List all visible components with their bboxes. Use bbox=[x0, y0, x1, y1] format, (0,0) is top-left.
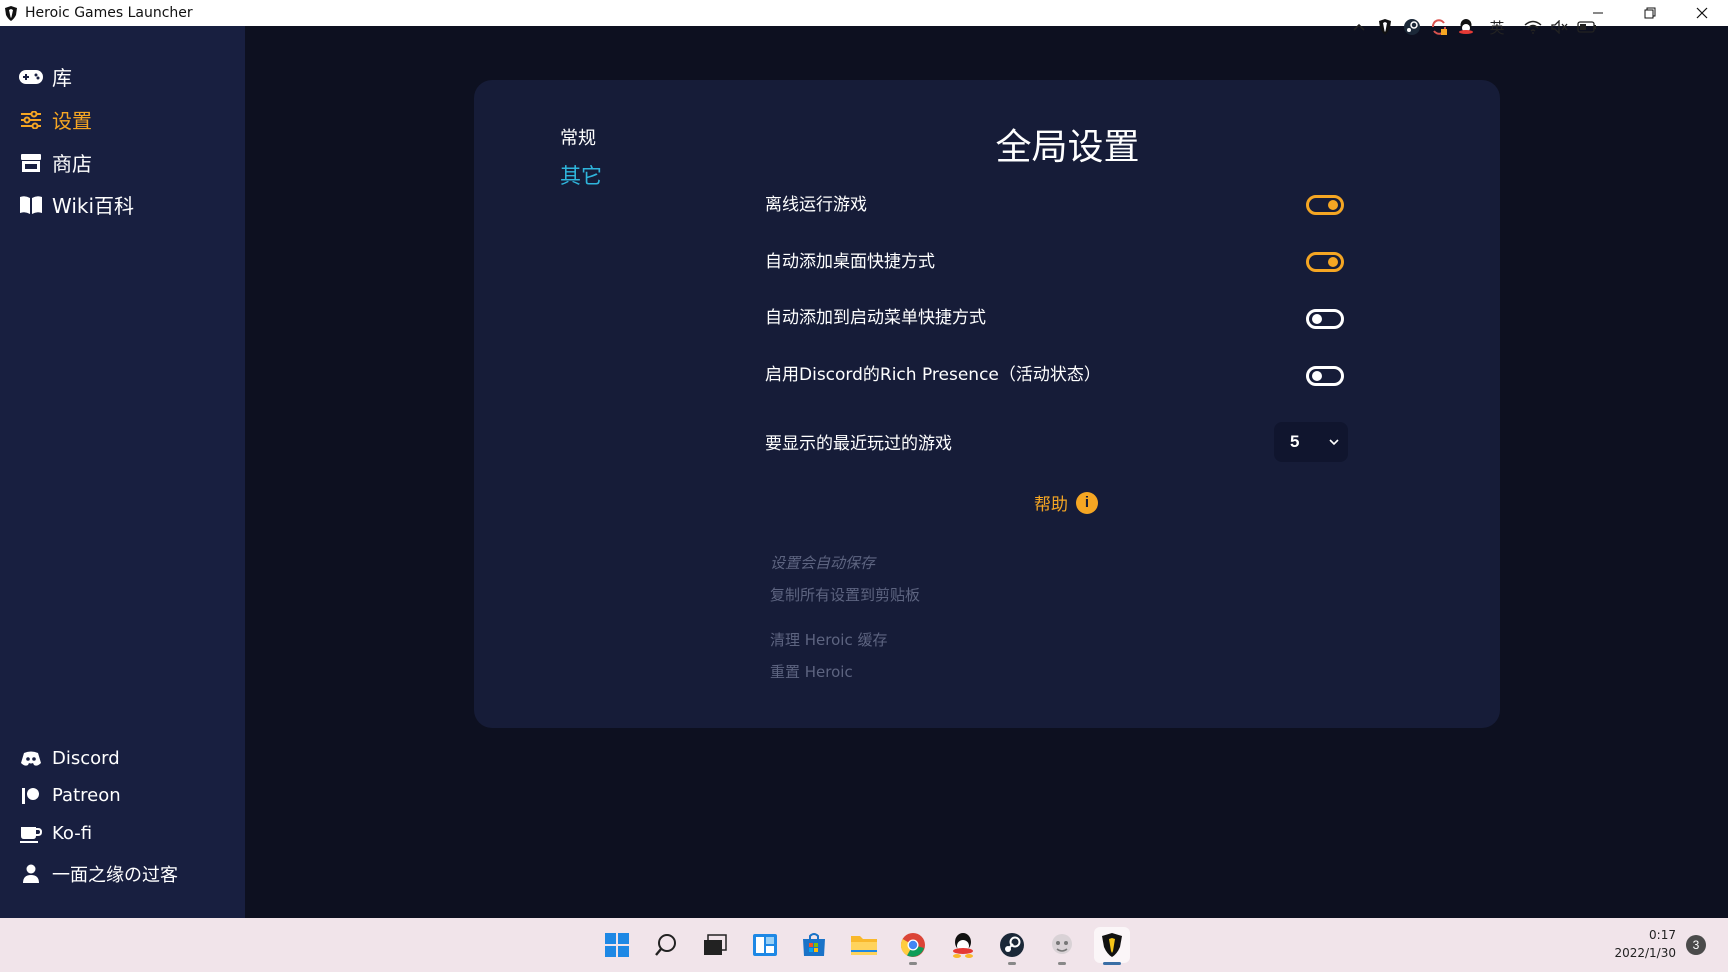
setting-label-discord-rpc: 启用Discord的Rich Presence（活动状态） bbox=[765, 365, 1101, 385]
system-clock[interactable]: 0:17 2022/1/30 bbox=[1606, 926, 1676, 962]
help-label: 帮助 bbox=[1034, 495, 1068, 515]
sidebar-link-label: Discord bbox=[52, 748, 120, 769]
sidebar-item-label: 库 bbox=[52, 66, 72, 90]
toggle-knob bbox=[1328, 200, 1338, 210]
chrome-icon[interactable] bbox=[895, 927, 931, 965]
sliders-icon bbox=[18, 109, 44, 131]
autosave-note: 设置会自动保存 bbox=[770, 554, 876, 572]
settings-panel bbox=[474, 80, 1500, 728]
sidebar-link-patreon[interactable]: Patreon bbox=[20, 785, 121, 806]
task-view-icon[interactable] bbox=[697, 927, 733, 963]
setting-label-start-menu-shortcut: 自动添加到启动菜单快捷方式 bbox=[765, 308, 986, 328]
clock-time: 0:17 bbox=[1649, 928, 1676, 942]
setting-label-offline: 离线运行游戏 bbox=[765, 195, 867, 215]
window-title: Heroic Games Launcher bbox=[25, 5, 193, 21]
heroic-shield-icon bbox=[5, 5, 19, 21]
discord-icon bbox=[20, 749, 42, 769]
heroic-tray-icon[interactable] bbox=[1374, 15, 1396, 39]
sidebar-item-library[interactable]: 库 bbox=[18, 62, 72, 91]
search-icon[interactable] bbox=[648, 927, 684, 963]
toggle-start-menu-shortcut[interactable] bbox=[1306, 309, 1344, 329]
reset-heroic-link[interactable]: 重置 Heroic bbox=[770, 661, 853, 682]
sidebar-item-store[interactable]: 商店 bbox=[18, 148, 92, 177]
app-icon[interactable] bbox=[1044, 927, 1080, 965]
speaker-muted-icon[interactable] bbox=[1549, 15, 1571, 39]
tab-general[interactable]: 常规 bbox=[560, 124, 596, 150]
chevron-down-icon bbox=[1328, 438, 1340, 446]
chevron-up-icon[interactable] bbox=[1348, 15, 1370, 39]
page-title: 全局设置 bbox=[995, 127, 1140, 168]
sidebar-link-label: 一面之缘の过客 bbox=[52, 865, 178, 886]
tab-other[interactable]: 其它 bbox=[560, 160, 602, 190]
user-icon bbox=[20, 864, 42, 884]
setting-label-recent-games: 要显示的最近玩过的游戏 bbox=[765, 434, 952, 454]
steam-tray-icon[interactable] bbox=[1401, 15, 1423, 39]
copy-settings-link[interactable]: 复制所有设置到剪贴板 bbox=[770, 584, 920, 605]
patreon-icon bbox=[20, 786, 42, 806]
restore-button[interactable] bbox=[1624, 0, 1676, 26]
steam-icon[interactable] bbox=[994, 927, 1030, 965]
toggle-discord-rpc[interactable] bbox=[1306, 366, 1344, 386]
recent-games-value: 5 bbox=[1290, 432, 1300, 451]
recent-games-select[interactable]: 5 bbox=[1274, 422, 1348, 462]
sync-icon[interactable] bbox=[1428, 15, 1450, 39]
sidebar-item-label: Wiki百科 bbox=[52, 194, 135, 218]
help-button[interactable]: 帮助 i bbox=[1034, 490, 1098, 515]
toggle-desktop-shortcut[interactable] bbox=[1306, 252, 1344, 272]
close-button[interactable] bbox=[1676, 0, 1728, 26]
qq-icon[interactable] bbox=[945, 927, 981, 963]
toggle-knob bbox=[1328, 257, 1338, 267]
toggle-offline[interactable] bbox=[1306, 195, 1344, 215]
toggle-knob bbox=[1312, 314, 1322, 324]
sidebar-item-label: 商店 bbox=[52, 152, 92, 176]
book-icon bbox=[18, 194, 44, 216]
sidebar-item-wiki[interactable]: Wiki百科 bbox=[18, 190, 134, 219]
info-icon: i bbox=[1076, 491, 1098, 514]
coffee-cup-icon bbox=[20, 824, 42, 844]
sidebar-link-label: Ko-fi bbox=[52, 823, 93, 844]
sidebar-item-label: 设置 bbox=[52, 109, 92, 133]
qq-tray-icon[interactable] bbox=[1455, 15, 1477, 39]
windows-start-icon[interactable] bbox=[599, 927, 635, 963]
toggle-knob bbox=[1312, 371, 1322, 381]
file-explorer-icon[interactable] bbox=[846, 927, 882, 963]
sidebar-link-discord[interactable]: Discord bbox=[20, 748, 120, 769]
sidebar-link-kofi[interactable]: Ko-fi bbox=[20, 823, 92, 844]
heroic-icon[interactable] bbox=[1094, 927, 1130, 965]
widgets-icon[interactable] bbox=[747, 927, 783, 963]
battery-icon[interactable] bbox=[1576, 15, 1598, 39]
sidebar-item-settings[interactable]: 设置 bbox=[18, 105, 92, 134]
notification-badge[interactable]: 3 bbox=[1686, 935, 1706, 955]
sidebar-link-label: Patreon bbox=[52, 785, 121, 806]
setting-label-desktop-shortcut: 自动添加桌面快捷方式 bbox=[765, 252, 935, 272]
ime-indicator[interactable]: 英 bbox=[1486, 15, 1508, 39]
wifi-icon[interactable] bbox=[1522, 15, 1544, 39]
clock-date: 2022/1/30 bbox=[1614, 946, 1676, 960]
gamepad-icon bbox=[18, 66, 44, 88]
clear-cache-link[interactable]: 清理 Heroic 缓存 bbox=[770, 629, 887, 650]
store-icon bbox=[18, 152, 44, 174]
sidebar-link-user[interactable]: 一面之缘の过客 bbox=[20, 861, 178, 887]
microsoft-store-icon[interactable] bbox=[796, 927, 832, 963]
